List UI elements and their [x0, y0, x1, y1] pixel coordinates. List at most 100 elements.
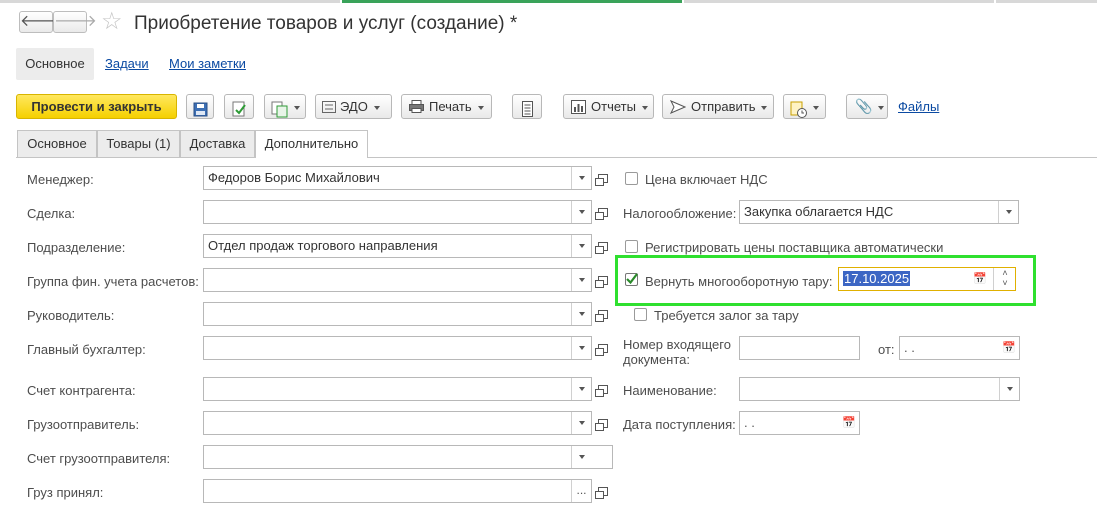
journal-button[interactable]	[512, 94, 542, 119]
receipt-date-label: Дата поступления:	[623, 417, 736, 432]
cargo-accepted-select-button[interactable]: ...	[571, 480, 591, 502]
register-prices-checkbox[interactable]	[625, 240, 638, 253]
chevron-down-icon	[579, 176, 585, 180]
price-incl-vat-checkbox[interactable]	[625, 172, 638, 185]
reports-button[interactable]: Отчеты	[563, 94, 654, 119]
date-spin-button[interactable]: ˄ ˅	[993, 268, 1016, 290]
deal-field[interactable]	[203, 200, 592, 224]
manager-field[interactable]: Федоров Борис Михайлович	[203, 166, 592, 190]
tab-main[interactable]: Основное	[17, 130, 97, 157]
subdivision-open-button[interactable]	[593, 234, 613, 258]
post-button[interactable]	[224, 94, 254, 119]
chief-accountant-field[interactable]	[203, 336, 592, 360]
shipper-open-button[interactable]	[593, 411, 613, 435]
return-tare-label: Вернуть многооборотную тару:	[645, 274, 833, 289]
deposit-required-checkbox[interactable]	[634, 308, 647, 321]
open-icon	[595, 419, 608, 431]
fin-group-dropdown-button[interactable]	[571, 269, 591, 291]
contractor-account-field[interactable]	[203, 377, 592, 401]
head-field[interactable]	[203, 302, 592, 326]
forward-button[interactable]: 🡒	[53, 11, 97, 33]
manager-value: Федоров Борис Михайлович	[208, 170, 380, 185]
printer-icon	[409, 100, 424, 114]
fin-group-field[interactable]	[203, 268, 592, 292]
chevron-down-icon	[813, 105, 819, 110]
open-icon	[595, 344, 608, 356]
paperclip-icon: 📎	[855, 98, 873, 114]
calendar-icon: 📅	[842, 417, 856, 429]
subdivision-value: Отдел продаж торгового направления	[208, 238, 438, 253]
back-button[interactable]: 🡐	[19, 11, 63, 33]
chief-accountant-dropdown-button[interactable]	[571, 337, 591, 359]
calendar-button[interactable]: 📅	[970, 268, 990, 290]
name-label: Наименование:	[623, 383, 717, 398]
contractor-account-label: Счет контрагента:	[27, 383, 136, 398]
chevron-down-icon	[1007, 387, 1013, 391]
shipper-account-field[interactable]	[203, 445, 613, 469]
shipper-field[interactable]	[203, 411, 592, 435]
tab-goods[interactable]: Товары (1)	[97, 130, 180, 157]
contractor-account-open-button[interactable]	[593, 377, 613, 401]
taxation-label: Налогообложение:	[623, 206, 737, 221]
shipper-account-dropdown-button[interactable]	[571, 446, 591, 468]
receipt-date-calendar-button[interactable]: 📅	[839, 412, 859, 434]
open-icon	[595, 310, 608, 322]
spin-down-icon: ˅	[1002, 278, 1008, 288]
section-tasks-link[interactable]: Задачи	[105, 48, 149, 80]
manager-dropdown-button[interactable]	[571, 167, 591, 189]
favorite-star-icon[interactable]: ☆	[101, 10, 123, 34]
incoming-doc-date-value: . .	[904, 340, 915, 355]
cargo-accepted-open-button[interactable]	[593, 479, 613, 503]
subdivision-field[interactable]: Отдел продаж торгового направления	[203, 234, 592, 258]
head-open-button[interactable]	[593, 302, 613, 326]
shipper-account-label: Счет грузоотправителя:	[27, 451, 171, 466]
section-notes-link[interactable]: Мои заметки	[169, 48, 246, 80]
taxation-select[interactable]: Закупка облагается НДС	[739, 200, 1019, 224]
chevron-down-icon	[294, 105, 300, 110]
return-tare-checkbox[interactable]	[625, 273, 638, 286]
incoming-doc-calendar-button[interactable]: 📅	[999, 337, 1019, 359]
taxation-dropdown-button[interactable]	[998, 201, 1018, 223]
send-button[interactable]: Отправить	[662, 94, 774, 119]
incoming-doc-number-field[interactable]	[739, 336, 860, 360]
reports-label: Отчеты	[591, 99, 636, 114]
open-icon	[595, 487, 608, 499]
manager-open-button[interactable]	[593, 166, 613, 190]
chevron-down-icon	[477, 105, 484, 110]
create-based-on-button[interactable]	[264, 94, 306, 119]
deposit-required-label: Требуется залог за тару	[654, 308, 799, 323]
deal-open-button[interactable]	[593, 200, 613, 224]
post-and-close-button[interactable]: Провести и закрыть	[16, 94, 177, 119]
chevron-down-icon	[579, 244, 585, 248]
tab-delivery[interactable]: Доставка	[180, 130, 255, 157]
calendar-icon: 📅	[1002, 342, 1016, 354]
save-button[interactable]	[186, 94, 214, 119]
receipt-date-value: . .	[744, 415, 755, 430]
chevron-down-icon	[579, 387, 585, 391]
name-select[interactable]	[739, 377, 1020, 401]
files-link[interactable]: Файлы	[898, 99, 939, 114]
chief-accountant-label: Главный бухгалтер:	[27, 342, 146, 357]
cargo-accepted-field[interactable]	[203, 479, 592, 503]
print-label: Печать	[429, 99, 472, 114]
edo-button[interactable]: ЭДО	[315, 94, 392, 119]
chevron-down-icon	[579, 421, 585, 425]
tab-additional[interactable]: Дополнительно	[255, 130, 368, 158]
deal-label: Сделка:	[27, 206, 76, 221]
shipper-dropdown-button[interactable]	[571, 412, 591, 434]
incoming-doc-label: Номер входящего документа:	[623, 337, 731, 367]
attach-button[interactable]: 📎	[846, 94, 888, 119]
chief-accountant-open-button[interactable]	[593, 336, 613, 360]
head-dropdown-button[interactable]	[571, 303, 591, 325]
contractor-account-dropdown-button[interactable]	[571, 378, 591, 400]
register-prices-label: Регистрировать цены поставщика автоматич…	[645, 240, 944, 255]
deal-dropdown-button[interactable]	[571, 201, 591, 223]
tasks-create-button[interactable]	[783, 94, 826, 119]
section-main[interactable]: Основное	[16, 48, 94, 80]
print-button[interactable]: Печать	[401, 94, 492, 119]
name-dropdown-button[interactable]	[999, 378, 1019, 400]
open-icon	[595, 276, 608, 288]
subdivision-dropdown-button[interactable]	[571, 235, 591, 257]
fin-group-open-button[interactable]	[593, 268, 613, 292]
open-icon	[595, 385, 608, 397]
